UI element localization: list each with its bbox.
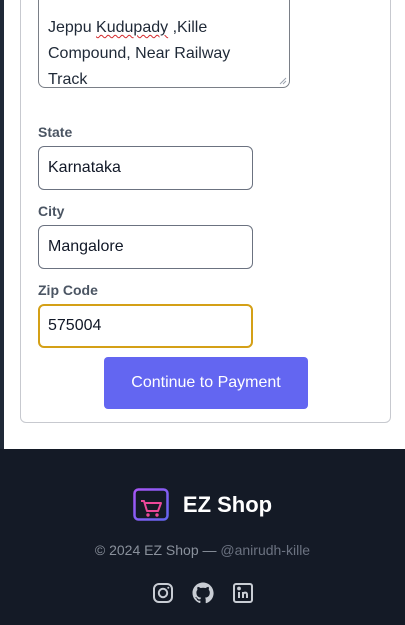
github-icon[interactable] <box>191 580 215 606</box>
footer-brand[interactable]: EZ Shop <box>0 487 405 523</box>
author-handle-link[interactable]: @anirudh-kille <box>220 542 310 558</box>
address-textarea[interactable]: Jeppu Kudupady ,Kille Compound, Near Rail… <box>38 0 290 88</box>
address-line3: Track <box>48 71 88 88</box>
address-line1-part1: Jeppu <box>48 19 92 36</box>
address-line1-part3: ,Kille <box>172 19 208 36</box>
continue-to-payment-button[interactable]: Continue to Payment <box>104 357 308 409</box>
copyright-text: © 2024 EZ Shop — @anirudh-kille <box>0 542 405 558</box>
copyright-prefix: © 2024 EZ Shop — <box>94 542 221 558</box>
address-line1-part2: Kudupady <box>96 19 169 36</box>
brand-name: EZ Shop <box>182 492 273 517</box>
page-scrollbar[interactable] <box>0 0 4 449</box>
linkedin-icon[interactable] <box>231 580 255 606</box>
city-label: City <box>38 203 65 219</box>
social-links <box>0 580 405 606</box>
zip-code-input[interactable] <box>38 304 253 348</box>
shop-cart-logo-icon <box>133 488 169 521</box>
resize-grip-icon[interactable] <box>279 77 287 85</box>
state-label: State <box>38 124 73 140</box>
site-footer: EZ Shop © 2024 EZ Shop — @anirudh-kille <box>0 449 405 625</box>
address-line2: Compound, Near Railway <box>48 45 231 62</box>
city-input[interactable] <box>38 225 253 269</box>
zip-code-label: Zip Code <box>38 282 98 298</box>
state-input[interactable] <box>38 146 253 190</box>
instagram-icon[interactable] <box>151 580 175 606</box>
